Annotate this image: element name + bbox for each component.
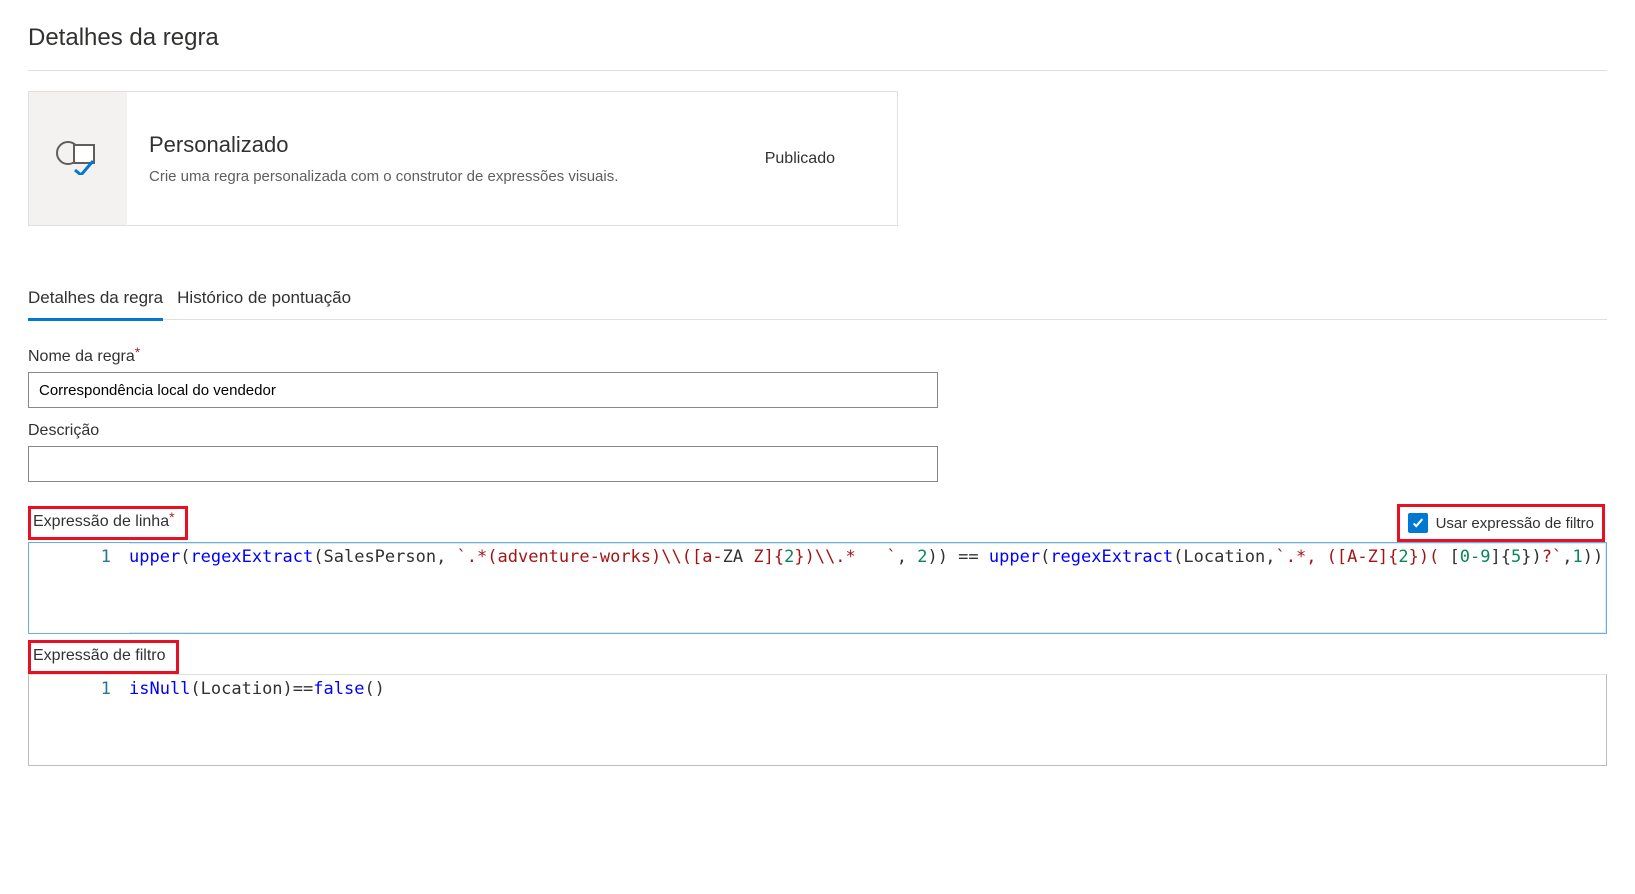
rule-name-input[interactable]: [28, 372, 938, 408]
required-asterisk: *: [169, 509, 174, 525]
rule-name-label: Nome da regra*: [28, 348, 1607, 366]
tab-rule-details[interactable]: Detalhes da regra: [28, 288, 163, 321]
checkbox-checked-icon: [1408, 513, 1428, 533]
use-filter-expression-label: Usar expressão de filtro: [1436, 515, 1594, 532]
filter-expression-label: Expressão de filtro: [33, 647, 166, 665]
description-input[interactable]: [28, 446, 938, 482]
page-title: Detalhes da regra: [28, 24, 1607, 52]
required-asterisk: *: [135, 344, 140, 360]
card-description: Crie uma regra personalizada com o const…: [149, 168, 618, 185]
card-status: Publicado: [765, 150, 835, 168]
filter-expression-code[interactable]: isNull(Location)==false(): [129, 675, 1606, 765]
use-filter-expression-checkbox[interactable]: Usar expressão de filtro: [1397, 504, 1605, 542]
description-label: Descrição: [28, 422, 1607, 440]
custom-rule-icon: [56, 139, 100, 178]
line-number: 1: [29, 675, 129, 765]
row-expression-code[interactable]: upper(regexExtract(SalesPerson, `.*(adve…: [129, 543, 1606, 633]
filter-expression-label-highlight: Expressão de filtro: [28, 640, 179, 674]
row-expression-editor[interactable]: 1 upper(regexExtract(SalesPerson, `.*(ad…: [28, 542, 1607, 634]
filter-expression-editor[interactable]: 1 isNull(Location)==false(): [28, 674, 1607, 766]
rule-type-card: Personalizado Crie uma regra personaliza…: [28, 91, 898, 226]
row-expression-label: Expressão de linha*: [33, 513, 175, 531]
rule-name-label-text: Nome da regra: [28, 348, 135, 365]
divider: [28, 70, 1607, 71]
tabs: Detalhes da regra Histórico de pontuação: [28, 288, 1607, 320]
tab-score-history[interactable]: Histórico de pontuação: [177, 288, 351, 319]
card-title: Personalizado: [149, 132, 618, 158]
row-expression-label-text: Expressão de linha: [33, 513, 169, 530]
line-number: 1: [29, 543, 129, 633]
rule-type-icon-box: [29, 92, 127, 225]
row-expression-label-highlight: Expressão de linha*: [28, 506, 188, 540]
